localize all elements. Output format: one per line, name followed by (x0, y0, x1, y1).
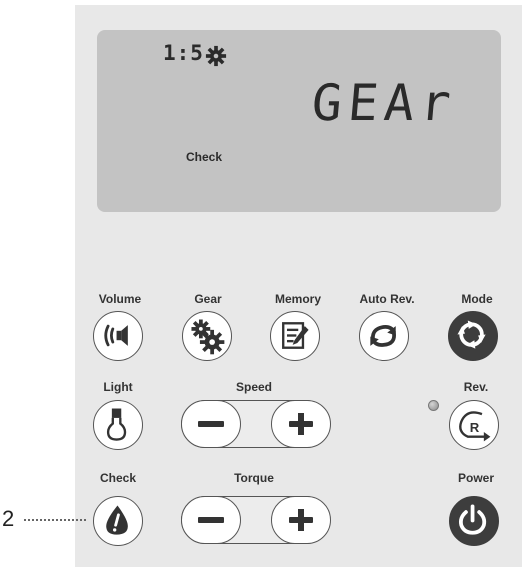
lcd-main-text: GEAr (309, 74, 459, 132)
speed-plus-button[interactable] (270, 399, 331, 448)
speed-minus-button[interactable] (180, 399, 241, 448)
gear-label: Gear (194, 292, 222, 306)
mode-button[interactable] (448, 311, 498, 361)
gears-icon (191, 319, 225, 355)
plus-icon (288, 508, 313, 531)
rev-button[interactable]: R (449, 400, 499, 450)
plus-icon (288, 412, 313, 435)
rev-indicator-led (428, 400, 439, 411)
torque-label: Torque (234, 471, 274, 485)
svg-text:R: R (470, 420, 480, 435)
power-button[interactable] (449, 496, 499, 546)
auto-rev-button[interactable] (359, 311, 409, 361)
callout-number: 2 (2, 506, 15, 531)
warning-drop-icon (106, 505, 128, 535)
volume-button[interactable] (93, 311, 143, 361)
minus-icon (197, 516, 224, 523)
power-icon (458, 504, 487, 535)
light-button[interactable] (93, 400, 143, 450)
gear-icon (205, 45, 227, 67)
mode-label: Mode (461, 292, 493, 306)
reverse-icon: R (459, 411, 491, 442)
check-label: Check (99, 471, 137, 485)
callout-leader-line (24, 519, 86, 521)
torque-control (180, 495, 331, 544)
volume-label: Volume (98, 292, 142, 306)
memory-label: Memory (274, 292, 321, 306)
gear-button[interactable] (182, 311, 232, 361)
check-button[interactable] (93, 496, 143, 546)
power-label: Power (457, 471, 494, 485)
torque-plus-button[interactable] (270, 495, 331, 544)
speed-label: Speed (235, 380, 272, 394)
lcd-check-indicator: Check (186, 150, 223, 164)
speed-control (180, 399, 331, 448)
memory-button[interactable] (270, 311, 320, 361)
minus-icon (197, 420, 224, 427)
light-label: Light (103, 380, 133, 394)
auto-rev-label: Auto Rev. (359, 292, 415, 306)
rev-label: Rev. (463, 380, 489, 394)
torque-minus-button[interactable] (180, 495, 241, 544)
mode-icon (457, 320, 486, 349)
speaker-icon (104, 324, 128, 347)
gear-ratio-readout: 1:5 (163, 41, 204, 65)
light-bulb-icon (106, 408, 127, 441)
auto-reverse-icon (370, 325, 396, 347)
memory-edit-icon (282, 322, 309, 349)
